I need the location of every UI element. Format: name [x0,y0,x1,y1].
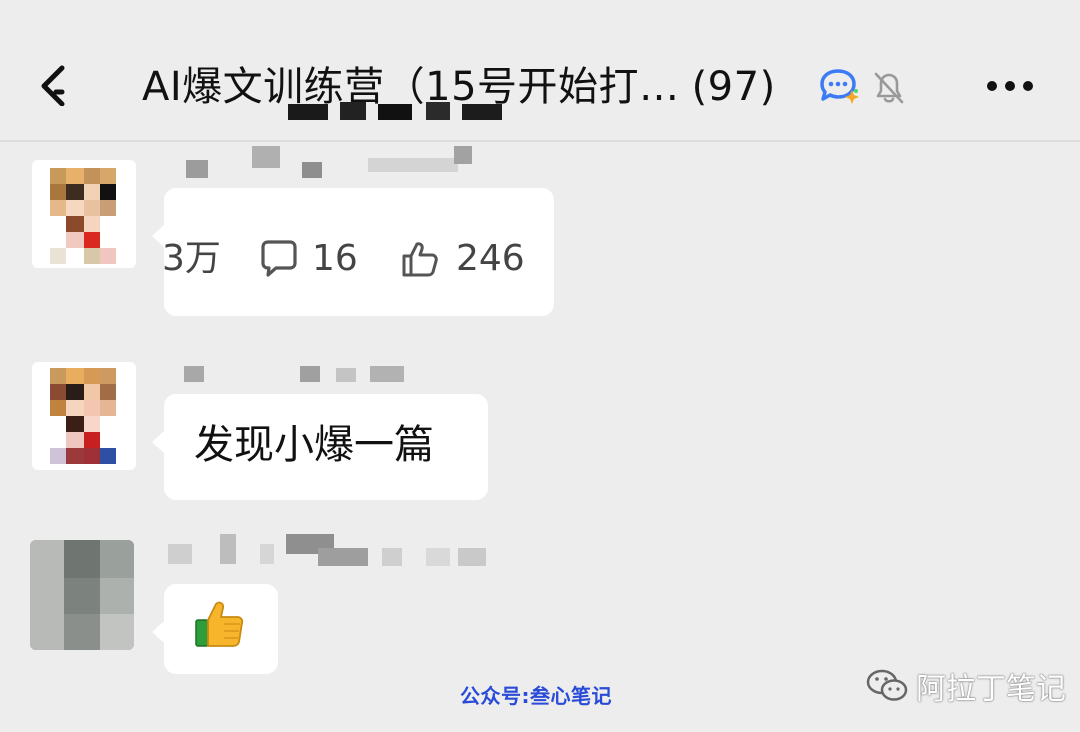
avatar[interactable] [32,362,136,470]
sender-name-redacted [178,146,478,180]
sender-name-redacted [168,534,498,570]
comments-count: 16 [312,238,358,279]
wechat-icon [866,669,908,701]
chat-bubble-sparkle-icon[interactable] [818,68,862,106]
bell-off-icon [870,68,908,106]
chat-screen: AI爆文训练营（15号开始打… (97) 3万 16 246 发现小爆一篇 公众… [0,0,1080,732]
back-arrow-icon [41,65,65,107]
title-redaction [250,96,510,120]
text-message-bubble[interactable]: 发现小爆一篇 [152,394,488,500]
avatar[interactable] [30,540,134,650]
sender-name-redacted [180,366,430,386]
more-options-button[interactable] [984,72,1036,100]
message-text: 发现小爆一篇 [194,422,434,468]
watermark-right: 阿拉丁笔记 [866,664,1066,708]
like-thumb-icon [402,242,438,277]
member-count: (97) [691,64,776,110]
views-count: 3万 [162,238,221,279]
avatar[interactable] [32,160,136,268]
back-button[interactable] [36,62,80,107]
thumbs-up-emoji-icon [195,601,244,647]
watermark-text: 阿拉丁笔记 [916,672,1066,707]
more-dots-icon [987,81,1033,91]
watermark-left: 公众号:叁心笔记 [460,684,612,708]
comment-icon [261,240,297,277]
chat-header: AI爆文训练营（15号开始打… (97) [0,0,1080,142]
likes-count: 246 [456,238,525,279]
